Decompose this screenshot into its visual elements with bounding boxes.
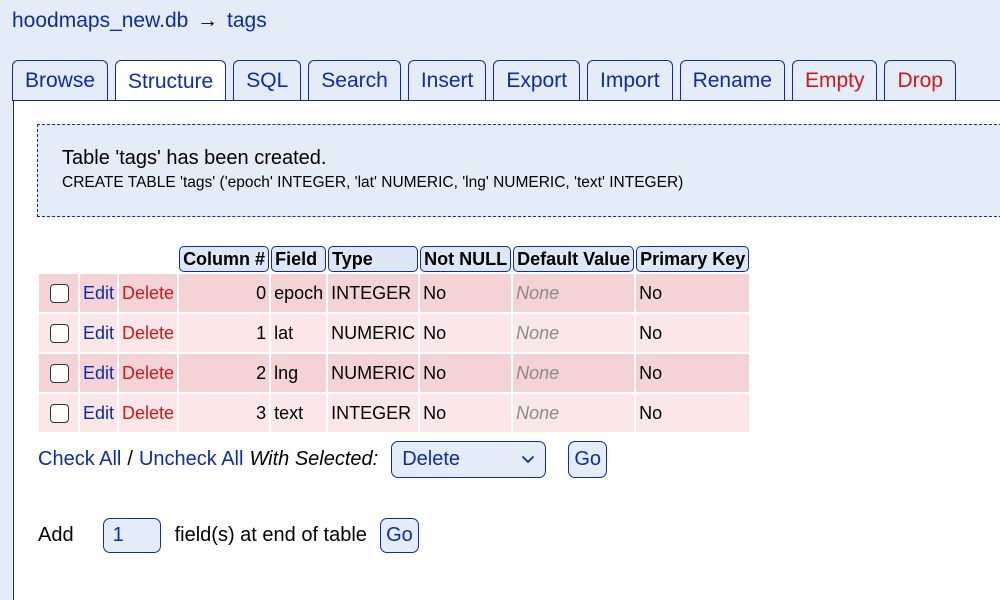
field-type: INTEGER xyxy=(328,274,419,312)
tab-rename[interactable]: Rename xyxy=(679,60,785,101)
field-name: text xyxy=(271,394,327,432)
tab-empty[interactable]: Empty xyxy=(791,60,878,101)
column-number: 2 xyxy=(179,354,270,392)
default-value: None xyxy=(513,394,635,432)
tab-drop[interactable]: Drop xyxy=(884,60,956,101)
edit-cell: Edit xyxy=(80,394,118,432)
tab-insert[interactable]: Insert xyxy=(407,60,487,101)
field-name: lng xyxy=(271,354,327,392)
table-row: Edit Delete 1 lat NUMERIC No None No xyxy=(39,314,750,352)
column-number: 3 xyxy=(179,394,270,432)
table-row: Edit Delete 0 epoch INTEGER No None No xyxy=(39,274,750,312)
delete-cell: Delete xyxy=(119,314,178,352)
tab-structure[interactable]: Structure xyxy=(115,60,227,102)
delete-link[interactable]: Delete xyxy=(122,403,174,423)
breadcrumb: hoodmaps_new.db → tags xyxy=(12,9,267,33)
edit-link[interactable]: Edit xyxy=(83,323,114,343)
tab-import[interactable]: Import xyxy=(587,60,673,101)
header-blank xyxy=(80,246,117,272)
edit-cell: Edit xyxy=(80,274,118,312)
row-checkbox-cell xyxy=(39,394,78,432)
header-blank xyxy=(119,246,177,272)
uncheck-all-link[interactable]: Uncheck All xyxy=(139,448,244,471)
row-checkbox-cell xyxy=(39,274,78,312)
default-value: None xyxy=(513,274,635,312)
default-value: None xyxy=(513,314,635,352)
header-default-value: Default Value xyxy=(513,246,635,272)
selection-separator: / xyxy=(127,448,133,470)
selection-row: Check All / Uncheck All With Selected: D… xyxy=(38,441,608,478)
with-selected-select[interactable]: Delete xyxy=(391,441,547,478)
column-number: 0 xyxy=(179,274,270,312)
edit-link[interactable]: Edit xyxy=(83,403,114,423)
content-panel: Table 'tags' has been created. CREATE TA… xyxy=(13,100,1000,600)
add-field-suffix: field(s) at end of table xyxy=(174,524,367,546)
structure-table: Column # Field Type Not NULL Default Val… xyxy=(37,244,751,434)
primary-key-value: No xyxy=(636,354,750,392)
field-name: lat xyxy=(271,314,327,352)
tab-browse[interactable]: Browse xyxy=(12,60,109,101)
delete-link[interactable]: Delete xyxy=(122,323,174,343)
primary-key-value: No xyxy=(636,274,750,312)
delete-link[interactable]: Delete xyxy=(122,283,174,303)
header-blank xyxy=(39,246,78,272)
message-sql: CREATE TABLE 'tags' ('epoch' INTEGER, 'l… xyxy=(62,174,684,191)
add-field-row: Add 1 field(s) at end of table Go xyxy=(38,518,419,553)
field-type: NUMERIC xyxy=(328,354,419,392)
primary-key-value: No xyxy=(636,394,750,432)
field-type: NUMERIC xyxy=(328,314,419,352)
not-null-value: No xyxy=(420,274,512,312)
header-column-number: Column # xyxy=(179,246,270,272)
message-title: Table 'tags' has been created. xyxy=(62,147,327,169)
not-null-value: No xyxy=(420,314,512,352)
delete-link[interactable]: Delete xyxy=(122,363,174,383)
column-number: 1 xyxy=(179,314,270,352)
header-field: Field xyxy=(271,246,327,272)
field-name: epoch xyxy=(271,274,327,312)
delete-cell: Delete xyxy=(119,274,178,312)
check-all-link[interactable]: Check All xyxy=(38,448,121,471)
with-selected-label: With Selected: xyxy=(249,448,379,470)
row-checkbox[interactable] xyxy=(50,284,69,304)
tab-search[interactable]: Search xyxy=(308,60,401,101)
header-not-null: Not NULL xyxy=(420,246,512,272)
header-primary-key: Primary Key xyxy=(636,246,750,272)
breadcrumb-db-link[interactable]: hoodmaps_new.db xyxy=(12,9,188,32)
breadcrumb-table[interactable]: tags xyxy=(227,9,267,32)
primary-key-value: No xyxy=(636,314,750,352)
add-label: Add xyxy=(38,524,74,546)
add-field-go-button[interactable]: Go xyxy=(379,518,419,553)
tab-sql[interactable]: SQL xyxy=(233,60,302,101)
table-header-row: Column # Field Type Not NULL Default Val… xyxy=(39,246,750,272)
edit-cell: Edit xyxy=(80,314,118,352)
row-checkbox-cell xyxy=(39,314,78,352)
row-checkbox[interactable] xyxy=(50,364,69,384)
field-count-input[interactable]: 1 xyxy=(102,518,161,553)
selection-go-button[interactable]: Go xyxy=(568,441,608,478)
delete-cell: Delete xyxy=(119,354,178,392)
with-selected-value: Delete xyxy=(402,448,461,470)
row-checkbox[interactable] xyxy=(50,404,69,424)
header-type: Type xyxy=(328,246,419,272)
success-message: Table 'tags' has been created. CREATE TA… xyxy=(37,124,1000,217)
tab-bar: Browse Structure SQL Search Insert Expor… xyxy=(12,60,956,102)
edit-cell: Edit xyxy=(80,354,118,392)
row-checkbox[interactable] xyxy=(50,324,69,344)
tab-export[interactable]: Export xyxy=(493,60,581,101)
not-null-value: No xyxy=(420,354,512,392)
chevron-down-icon xyxy=(522,455,535,464)
field-type: INTEGER xyxy=(328,394,419,432)
delete-cell: Delete xyxy=(119,394,178,432)
row-checkbox-cell xyxy=(39,354,78,392)
default-value: None xyxy=(513,354,635,392)
edit-link[interactable]: Edit xyxy=(83,283,114,303)
edit-link[interactable]: Edit xyxy=(83,363,114,383)
breadcrumb-arrow: → xyxy=(197,9,219,32)
table-row: Edit Delete 3 text INTEGER No None No xyxy=(39,394,750,432)
not-null-value: No xyxy=(420,394,512,432)
table-row: Edit Delete 2 lng NUMERIC No None No xyxy=(39,354,750,392)
